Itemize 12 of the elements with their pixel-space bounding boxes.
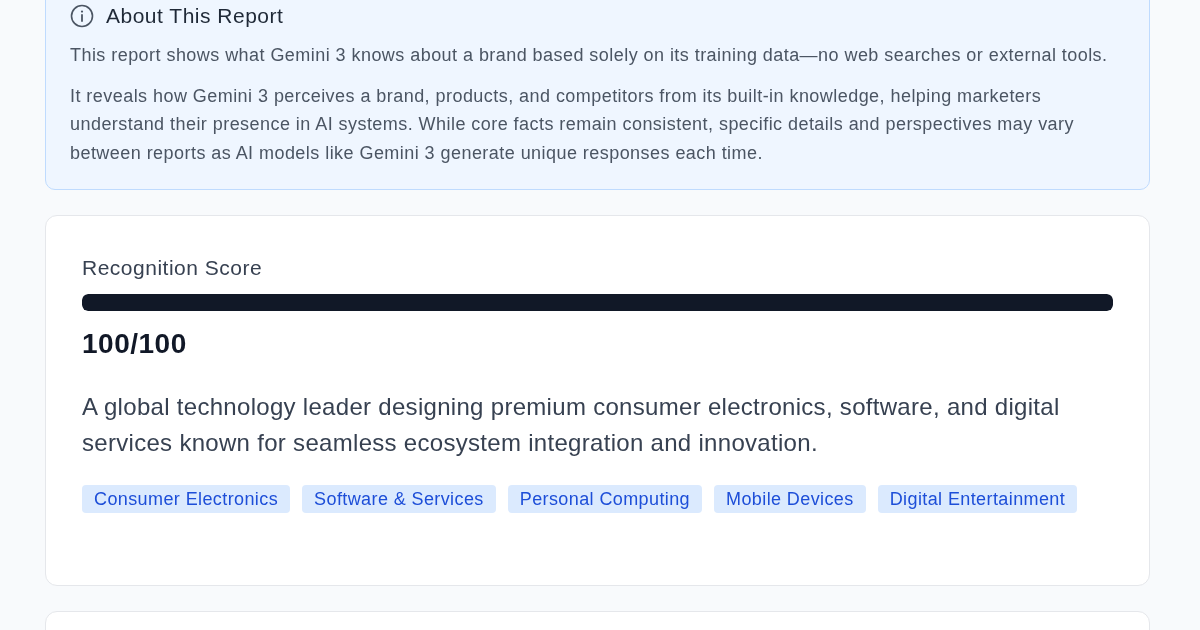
category-tag: Mobile Devices xyxy=(714,485,866,513)
score-label: Recognition Score xyxy=(82,255,264,281)
score-value: 100/100 xyxy=(82,327,188,361)
category-tag: Software & Services xyxy=(302,485,496,513)
info-paragraph: This report shows what Gemini 3 knows about a brand based solely on its training data—no web searches or external tools. xyxy=(70,44,1109,67)
info-icon xyxy=(70,4,94,28)
category-tag: Personal Computing xyxy=(507,485,703,513)
brand-description: A global technology leader designing premium consumer electronics, software, and digital services known for seamless ecosystem integration and innovation. xyxy=(82,392,1061,458)
category-tag: Consumer Electronics xyxy=(82,485,291,513)
info-paragraph: It reveals how Gemini 3 perceives a brand, products, and competitors from its built-in knowledge, helping marketers understand their presence in AI systems. While core facts remain consistent, specific details and perspectives may vary between reports as AI models like Gemini 3 generate unique responses each time. xyxy=(70,84,1075,165)
panel-title: About This Report xyxy=(106,3,284,29)
category-tag: Digital Entertainment xyxy=(877,485,1078,513)
